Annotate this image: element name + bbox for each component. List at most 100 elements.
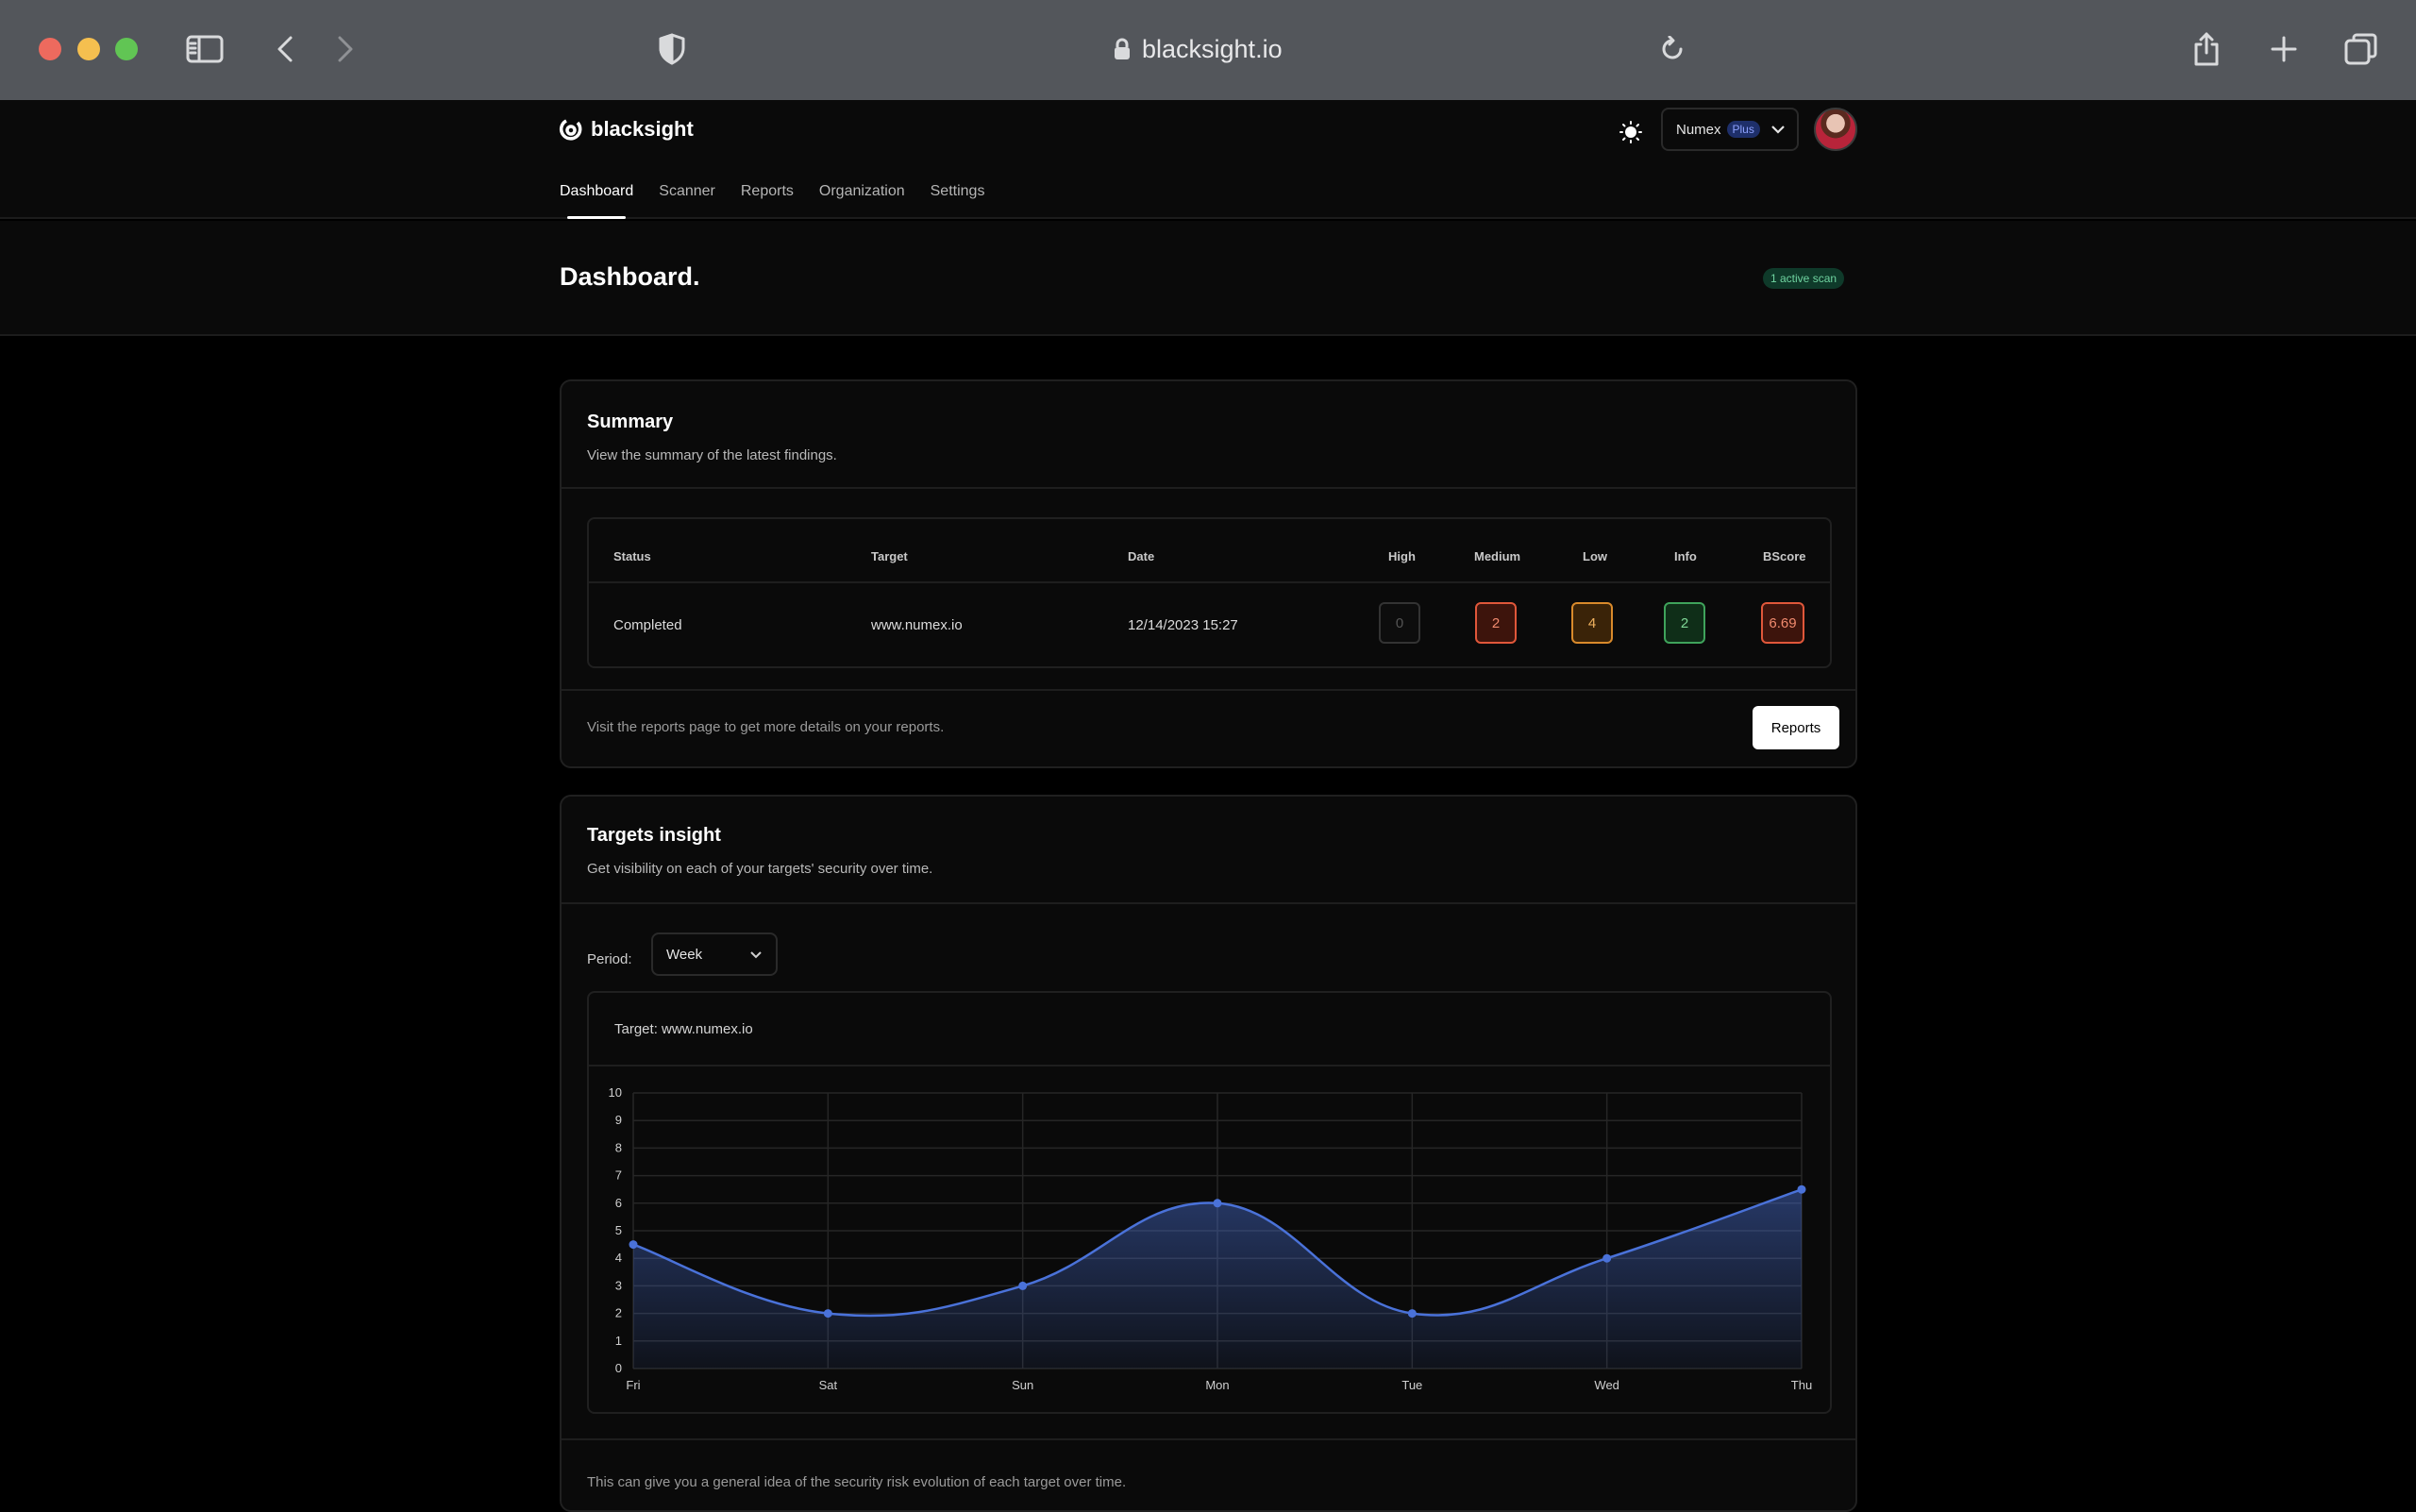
row-date: 12/14/2023 15:27 xyxy=(1128,617,1238,633)
bscore-badge: 6.69 xyxy=(1761,602,1804,644)
row-target[interactable]: www.numex.io xyxy=(871,617,963,633)
sidebar-toggle-icon[interactable] xyxy=(184,28,226,70)
y-tick-label: 5 xyxy=(615,1223,622,1237)
y-tick-label: 2 xyxy=(615,1306,622,1320)
plan-badge: Plus xyxy=(1726,121,1760,138)
page-title: Dashboard. xyxy=(560,262,700,291)
divider xyxy=(562,902,1855,904)
summary-card: Summary View the summary of the latest f… xyxy=(560,379,1857,768)
reload-icon[interactable] xyxy=(1652,28,1693,70)
user-avatar[interactable] xyxy=(1814,108,1857,151)
insight-footer-note: This can give you a general idea of the … xyxy=(587,1474,1127,1490)
x-tick-label: Thu xyxy=(1791,1378,1812,1392)
period-value: Week xyxy=(666,946,703,963)
x-tick-label: Wed xyxy=(1594,1378,1619,1392)
share-icon[interactable] xyxy=(2186,28,2227,70)
target-chart-panel: Target: www.numex.io 0 1 2 3 4 5 6 7 8 9 10 Fri Sat S… xyxy=(587,991,1832,1414)
active-scan-badge: 1 active scan xyxy=(1763,268,1845,289)
page-header: Dashboard. 1 active scan xyxy=(0,221,2416,336)
tab-overview-icon[interactable] xyxy=(2340,28,2382,70)
data-point xyxy=(629,1240,638,1250)
divider xyxy=(562,1438,1855,1440)
info-count-badge: 2 xyxy=(1664,602,1705,644)
summary-footer-text: Visit the reports page to get more detai… xyxy=(587,719,945,735)
column-header-info: Info xyxy=(1674,549,1697,563)
x-tick-label: Tue xyxy=(1401,1378,1422,1392)
column-header-high: High xyxy=(1388,549,1416,563)
url-text: blacksight.io xyxy=(1142,34,1283,63)
minimize-window-button[interactable] xyxy=(77,38,100,60)
shield-icon[interactable] xyxy=(651,28,693,70)
data-point xyxy=(1602,1253,1612,1263)
back-icon[interactable] xyxy=(264,28,306,70)
x-tick-label: Sat xyxy=(819,1378,838,1392)
column-header-low: Low xyxy=(1583,549,1607,563)
data-point xyxy=(1018,1281,1028,1290)
insight-description: Get visibility on each of your targets' … xyxy=(587,861,933,877)
y-tick-label: 4 xyxy=(615,1251,622,1265)
high-count-badge: 0 xyxy=(1379,602,1420,644)
brand-logo[interactable]: blacksight xyxy=(559,117,694,142)
column-header-medium: Medium xyxy=(1474,549,1521,563)
low-count-badge: 4 xyxy=(1571,602,1613,644)
new-tab-icon[interactable] xyxy=(2263,28,2305,70)
row-status: Completed xyxy=(613,617,682,633)
period-label: Period: xyxy=(587,951,632,967)
nav-scanner[interactable]: Scanner xyxy=(659,183,715,217)
data-point xyxy=(1797,1184,1806,1194)
y-tick-label: 3 xyxy=(615,1278,622,1292)
summary-title: Summary xyxy=(587,412,674,432)
findings-table: Status Target Date High Medium Low Info … xyxy=(587,517,1832,668)
y-tick-label: 10 xyxy=(609,1085,622,1100)
x-tick-label: Mon xyxy=(1205,1378,1229,1392)
maximize-window-button[interactable] xyxy=(115,38,138,60)
divider xyxy=(562,689,1855,691)
organization-selector[interactable]: Numex Plus xyxy=(1661,108,1799,151)
brand-name: blacksight xyxy=(591,117,694,141)
chevron-down-icon xyxy=(1771,126,1785,134)
main-nav: Dashboard Scanner Reports Organization S… xyxy=(560,183,985,219)
data-point xyxy=(823,1309,832,1319)
y-tick-label: 6 xyxy=(615,1196,622,1210)
nav-organization[interactable]: Organization xyxy=(819,183,905,217)
risk-area-chart: 0 1 2 3 4 5 6 7 8 9 10 Fri Sat Sun Mon Tue Wed Thu xyxy=(609,1085,1813,1392)
nav-settings[interactable]: Settings xyxy=(931,183,985,217)
y-tick-label: 0 xyxy=(615,1361,622,1375)
org-name: Numex xyxy=(1676,121,1721,138)
area-fill xyxy=(633,1189,1802,1369)
app-root: blacksight Dashboard Scanner Reports Org… xyxy=(0,100,2416,1512)
chevron-down-icon xyxy=(750,951,762,959)
insight-title: Targets insight xyxy=(587,825,721,846)
nav-reports[interactable]: Reports xyxy=(741,183,794,217)
app-topbar: blacksight Dashboard Scanner Reports Org… xyxy=(0,100,2416,219)
y-tick-label: 9 xyxy=(615,1113,622,1127)
chart-target-label: Target: www.numex.io xyxy=(614,1021,753,1037)
column-header-bscore: BScore xyxy=(1763,549,1806,563)
address-bar[interactable]: blacksight.io xyxy=(1114,32,1283,66)
column-header-target: Target xyxy=(871,549,908,563)
data-point xyxy=(1407,1309,1417,1319)
period-select[interactable]: Week xyxy=(651,932,778,976)
divider xyxy=(562,487,1855,489)
y-tick-label: 1 xyxy=(615,1334,622,1348)
x-tick-label: Fri xyxy=(626,1378,640,1392)
y-tick-label: 7 xyxy=(615,1168,622,1183)
column-header-date: Date xyxy=(1128,549,1155,563)
theme-toggle-button[interactable] xyxy=(1618,119,1644,145)
blacksight-logo-icon xyxy=(559,119,582,141)
close-window-button[interactable] xyxy=(39,38,61,60)
targets-insight-card: Targets insight Get visibility on each o… xyxy=(560,795,1857,1512)
summary-description: View the summary of the latest findings. xyxy=(587,447,837,463)
reports-button[interactable]: Reports xyxy=(1753,706,1839,749)
y-tick-label: 8 xyxy=(615,1140,622,1154)
forward-icon[interactable] xyxy=(325,28,366,70)
browser-toolbar: blacksight.io xyxy=(0,0,2416,100)
x-tick-label: Sun xyxy=(1012,1378,1033,1392)
sun-icon xyxy=(1619,121,1642,143)
medium-count-badge: 2 xyxy=(1475,602,1517,644)
lock-icon xyxy=(1115,38,1130,59)
column-header-status: Status xyxy=(613,549,651,563)
table-divider xyxy=(589,581,1830,583)
data-point xyxy=(1213,1199,1222,1208)
nav-dashboard[interactable]: Dashboard xyxy=(560,183,633,219)
